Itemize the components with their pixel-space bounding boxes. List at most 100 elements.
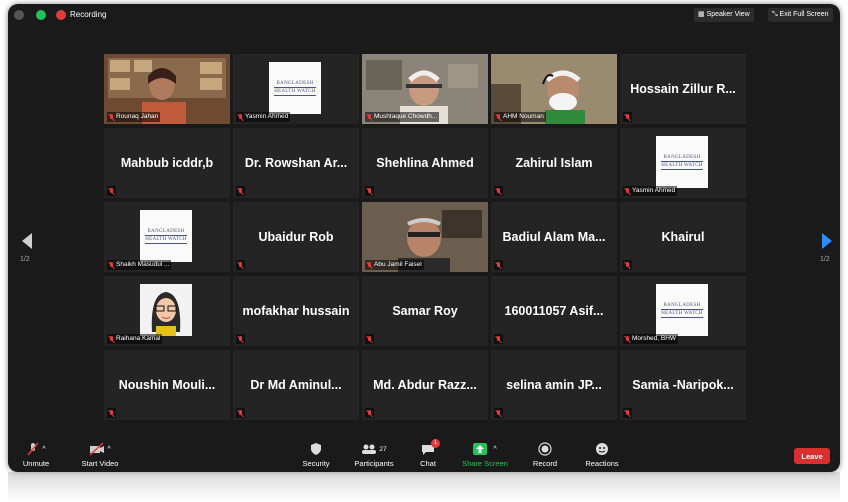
participant-name-label: AHM Nouman (494, 112, 546, 122)
participant-tile[interactable]: Hossain Zillur R... (620, 54, 746, 124)
participant-status (365, 408, 374, 418)
app-icon[interactable] (14, 10, 24, 20)
participant-tile[interactable]: BANGLADESH HEALTH WATCH Yasmin Ahmed (233, 54, 359, 124)
participants-icon (362, 444, 377, 454)
participant-tile[interactable]: mofakhar hussain (233, 276, 359, 346)
logo-line2: HEALTH WATCH (661, 161, 703, 170)
participant-name-label: Yasmin Ahmed (236, 112, 291, 122)
avatar-image (140, 284, 192, 336)
next-page-button[interactable] (820, 232, 840, 272)
participants-label: Participants (354, 459, 394, 468)
zoom-window: Recording ▦ Speaker View ⤡ Exit Full Scr… (8, 4, 840, 472)
participant-name: Shaikh Masudul ... (116, 261, 170, 268)
recording-icon (56, 10, 66, 20)
security-shield-icon[interactable] (36, 10, 46, 20)
participant-display-name: Badiul Alam Ma... (502, 230, 606, 244)
exit-full-screen-button[interactable]: ⤡ Exit Full Screen (768, 8, 833, 22)
participant-tile[interactable]: Shehlina Ahmed (362, 128, 488, 198)
chevron-right-icon (822, 233, 832, 249)
chat-badge: 1 (431, 439, 440, 448)
video-camera-off-icon (89, 442, 105, 456)
participant-status (107, 186, 116, 196)
chat-label: Chat (420, 459, 436, 468)
record-button[interactable]: Record (530, 442, 560, 468)
muted-mic-icon (238, 261, 243, 269)
bangladesh-health-watch-logo: BANGLADESH HEALTH WATCH (656, 284, 708, 336)
participant-display-name: Mahbub icddr,b (120, 156, 214, 170)
muted-mic-icon (496, 409, 501, 417)
participant-status (623, 408, 632, 418)
participant-tile[interactable]: selina amin JP... (491, 350, 617, 420)
participant-status (236, 260, 245, 270)
participant-display-name: Noushin Mouli... (118, 378, 216, 392)
logo-line1: BANGLADESH (663, 155, 701, 160)
participant-status (365, 334, 374, 344)
muted-mic-icon (625, 113, 630, 121)
participant-tile[interactable]: Raihana Kamal (104, 276, 230, 346)
participant-tile[interactable]: AHM Nouman (491, 54, 617, 124)
muted-mic-icon (238, 113, 243, 121)
logo-line2: HEALTH WATCH (661, 309, 703, 318)
participant-tile[interactable]: Zahirul Islam (491, 128, 617, 198)
participant-status (623, 112, 632, 122)
participant-tile[interactable]: Khairul (620, 202, 746, 272)
participant-status (107, 408, 116, 418)
participant-tile[interactable]: Ubaidur Rob (233, 202, 359, 272)
unmute-label: Unmute (22, 459, 50, 468)
participant-tile[interactable]: Badiul Alam Ma... (491, 202, 617, 272)
reactions-button[interactable]: Reactions (582, 442, 622, 468)
bangladesh-health-watch-logo: BANGLADESH HEALTH WATCH (656, 136, 708, 188)
participant-name: Raihana Kamal (116, 335, 161, 342)
participant-tile[interactable]: Samia -Naripok... (620, 350, 746, 420)
muted-mic-icon (625, 335, 630, 343)
participant-tile[interactable]: BANGLADESH HEALTH WATCH Yasmin Ahmed (620, 128, 746, 198)
participant-display-name: selina amin JP... (506, 378, 602, 392)
logo-line1: BANGLADESH (663, 303, 701, 308)
participant-display-name: Dr. Rowshan Ar... (244, 156, 348, 170)
video-caret-icon[interactable]: ^ (107, 446, 110, 453)
participant-tile[interactable]: Rounaq Jahan (104, 54, 230, 124)
participant-tile[interactable]: Samar Roy (362, 276, 488, 346)
muted-mic-icon (109, 335, 114, 343)
share-screen-button[interactable]: ^ Share Screen (460, 442, 510, 468)
leave-button[interactable]: Leave (794, 448, 830, 464)
chat-button[interactable]: 1 Chat (416, 439, 440, 468)
participant-display-name: Samar Roy (392, 304, 458, 318)
muted-mic-icon (367, 261, 372, 269)
bangladesh-health-watch-logo: BANGLADESH HEALTH WATCH (140, 210, 192, 262)
unmute-caret-icon[interactable]: ^ (42, 446, 45, 453)
participant-display-name: mofakhar hussain (242, 304, 350, 318)
muted-mic-icon (496, 113, 501, 121)
speaker-view-button[interactable]: ▦ Speaker View (694, 8, 754, 22)
participant-tile[interactable]: Mahbub icddr,b (104, 128, 230, 198)
record-label: Record (532, 459, 558, 468)
previous-page-button[interactable] (20, 232, 40, 272)
participant-name: Rounaq Jahan (116, 113, 159, 120)
participant-tile[interactable]: Md. Abdur Razz... (362, 350, 488, 420)
share-caret-icon[interactable]: ^ (493, 446, 496, 453)
participant-tile[interactable]: Abu Jamil Faisel (362, 202, 488, 272)
security-button[interactable]: Security (298, 442, 334, 468)
participant-status (494, 408, 503, 418)
participants-button[interactable]: 27 Participants (348, 442, 400, 468)
participant-tile[interactable]: 160011057 Asif... (491, 276, 617, 346)
participant-tile[interactable]: BANGLADESH HEALTH WATCH Shaikh Masudul ... (104, 202, 230, 272)
participant-tile[interactable]: Noushin Mouli... (104, 350, 230, 420)
muted-mic-icon (367, 187, 372, 195)
start-video-label: Start Video (81, 459, 119, 468)
participant-tile[interactable]: Dr. Rowshan Ar... (233, 128, 359, 198)
participant-status (494, 334, 503, 344)
muted-mic-icon (238, 409, 243, 417)
participant-display-name: Md. Abdur Razz... (373, 378, 477, 392)
unmute-button[interactable]: ^ Unmute (18, 442, 54, 468)
window-reflection (8, 472, 840, 502)
participant-tile[interactable]: BANGLADESH HEALTH WATCH Morshed, BHW (620, 276, 746, 346)
participant-name: AHM Nouman (503, 113, 544, 120)
participant-tile[interactable]: Dr Md Aminul... (233, 350, 359, 420)
participant-status (494, 260, 503, 270)
participant-tile[interactable]: Mushtaque Chowdh... (362, 54, 488, 124)
exit-full-screen-label: Exit Full Screen (779, 11, 829, 18)
top-bar: Recording ▦ Speaker View ⤡ Exit Full Scr… (8, 4, 840, 26)
recording-label: Recording (70, 10, 107, 19)
start-video-button[interactable]: ^ Start Video (78, 442, 122, 468)
